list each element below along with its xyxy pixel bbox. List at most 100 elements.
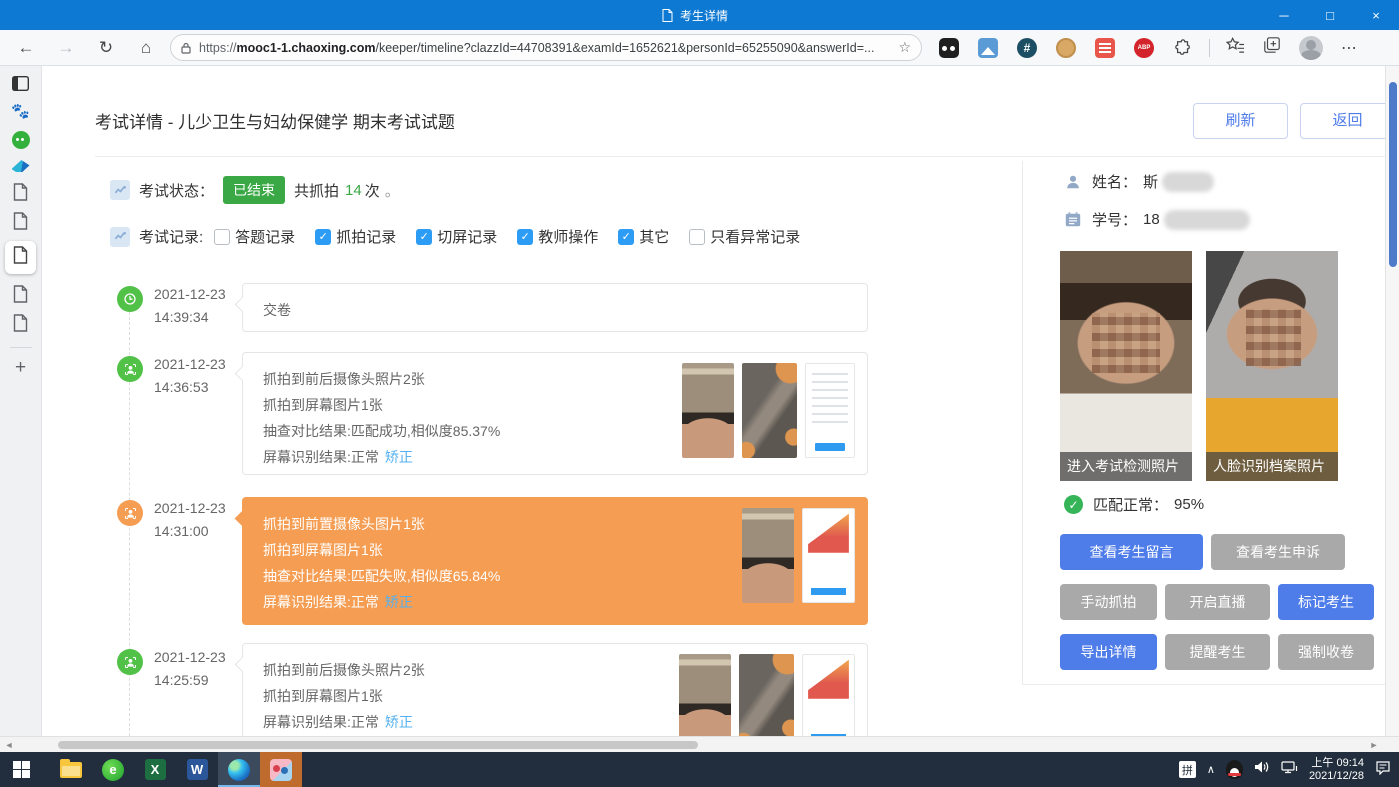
filter-其它[interactable]: ✓其它 <box>618 226 669 247</box>
browser-tab[interactable]: 考生详情 <box>662 0 728 30</box>
checkbox-icon[interactable] <box>214 229 230 245</box>
button-强制收卷[interactable]: 强制收卷 <box>1278 634 1374 670</box>
filter-教师操作[interactable]: ✓教师操作 <box>517 226 598 247</box>
tray-chevron-icon[interactable]: ∧ <box>1207 763 1215 776</box>
ceiling-thumbnail[interactable] <box>742 363 797 458</box>
file-explorer-icon[interactable] <box>50 752 92 787</box>
horizontal-scrollbar[interactable]: ◄ ► <box>0 736 1399 752</box>
notes-extension-icon[interactable] <box>1095 38 1115 58</box>
favorite-star-icon[interactable]: ☆ <box>898 39 911 56</box>
match-result-row: ✓ 匹配正常： 95% <box>1064 494 1204 515</box>
checkbox-checked-icon[interactable]: ✓ <box>517 229 533 245</box>
checkbox-checked-icon[interactable]: ✓ <box>416 229 432 245</box>
extensions-puzzle-icon[interactable] <box>1173 38 1193 58</box>
document-tab-2[interactable] <box>13 212 28 230</box>
browser-360-icon[interactable]: e <box>92 752 134 787</box>
face-thumbnail[interactable] <box>679 654 731 736</box>
chat-tab-icon[interactable] <box>12 131 30 149</box>
horizontal-scrollbar-thumb[interactable] <box>58 741 698 749</box>
back-icon[interactable]: ← <box>6 38 46 58</box>
filter-抓拍记录[interactable]: ✓抓拍记录 <box>315 226 396 247</box>
filter-label: 只看异常记录 <box>710 226 800 247</box>
close-button[interactable]: × <box>1353 0 1399 30</box>
document-tab-3-active[interactable] <box>5 241 36 274</box>
checkbox-checked-icon[interactable]: ✓ <box>315 229 331 245</box>
scroll-right-arrow[interactable]: ► <box>1365 740 1383 750</box>
word-icon[interactable]: W <box>176 752 218 787</box>
correct-link[interactable]: 矫正 <box>385 714 413 730</box>
adblock-extension-icon[interactable]: ABP <box>1134 38 1154 58</box>
checkbox-checked-icon[interactable]: ✓ <box>618 229 634 245</box>
button-导出详情[interactable]: 导出详情 <box>1060 634 1157 670</box>
start-button[interactable] <box>0 752 42 787</box>
match-value: 95% <box>1174 496 1204 513</box>
check-circle-icon: ✓ <box>1064 495 1083 514</box>
taskbar-clock[interactable]: 上午 09:14 2021/12/28 <box>1309 757 1364 783</box>
filter-切屏记录[interactable]: ✓切屏记录 <box>416 226 497 247</box>
vertical-tabs-panel-icon[interactable] <box>12 76 29 91</box>
button-查看考生申诉[interactable]: 查看考生申诉 <box>1211 534 1345 570</box>
swoosh-tab-icon[interactable] <box>12 160 30 172</box>
exam-entry-photo[interactable]: 进入考试检测照片 <box>1060 251 1192 481</box>
maximize-button[interactable]: □ <box>1307 0 1353 30</box>
volume-icon[interactable] <box>1254 760 1270 779</box>
checkbox-icon[interactable] <box>689 229 705 245</box>
button-标记考生[interactable]: 标记考生 <box>1278 584 1374 620</box>
timeline-timestamp: 2021-12-2314:36:53 <box>154 353 240 399</box>
button-查看考生留言[interactable]: 查看考生留言 <box>1060 534 1203 570</box>
refresh-icon[interactable]: ↻ <box>86 38 126 58</box>
button-手动抓拍[interactable]: 手动抓拍 <box>1060 584 1157 620</box>
toolbar-divider <box>1209 39 1210 57</box>
correct-link[interactable]: 矫正 <box>385 449 413 465</box>
page-icon <box>662 9 673 22</box>
tab-title: 考生详情 <box>680 7 728 24</box>
collections-icon[interactable] <box>1263 36 1281 59</box>
screenshot-extension-icon[interactable] <box>978 38 998 58</box>
forward-icon[interactable]: → <box>46 38 86 58</box>
paw-tab-icon[interactable]: 🐾 <box>11 102 30 120</box>
capture-app-icon[interactable] <box>260 752 302 787</box>
network-icon[interactable] <box>1281 760 1298 779</box>
excel-icon[interactable]: X <box>134 752 176 787</box>
favorites-icon[interactable] <box>1226 36 1245 59</box>
ime-indicator[interactable]: 拼 <box>1179 761 1196 778</box>
darkreader-extension-icon[interactable] <box>939 38 959 58</box>
windows-taskbar: e X W 拼 ∧ 上午 09:14 2021/12/28 <box>0 752 1399 787</box>
minimize-button[interactable]: ─ <box>1261 0 1307 30</box>
scroll-left-arrow[interactable]: ◄ <box>0 740 18 750</box>
person-icon <box>117 500 143 526</box>
vertical-scrollbar-thumb[interactable] <box>1389 82 1397 267</box>
face-recognition-archive-photo[interactable]: 人脸识别档案照片 <box>1206 251 1338 481</box>
qq-icon[interactable] <box>1226 760 1243 779</box>
document-tab-4[interactable] <box>13 285 28 303</box>
document-tab-5[interactable] <box>13 314 28 332</box>
face-thumbnail[interactable] <box>742 508 794 603</box>
chart-thumbnail[interactable] <box>802 654 855 736</box>
button-提醒考生[interactable]: 提醒考生 <box>1165 634 1270 670</box>
new-tab-button[interactable]: + <box>15 357 26 379</box>
filter-答题记录[interactable]: 答题记录 <box>214 226 295 247</box>
menu-ellipsis-icon[interactable]: ⋯ <box>1341 38 1357 58</box>
face-thumbnail[interactable] <box>682 363 734 458</box>
filter-只看异常记录[interactable]: 只看异常记录 <box>689 226 800 247</box>
vertical-scrollbar[interactable] <box>1385 66 1399 736</box>
return-button[interactable]: 返回 <box>1300 103 1385 139</box>
form-thumbnail[interactable] <box>805 363 855 458</box>
chart-thumbnail[interactable] <box>802 508 855 603</box>
profile-avatar[interactable] <box>1299 36 1323 60</box>
edge-icon[interactable] <box>218 752 260 787</box>
notification-center-icon[interactable] <box>1375 760 1391 780</box>
ceiling-thumbnail[interactable] <box>739 654 794 736</box>
address-bar[interactable]: https://mooc1-1.chaoxing.com/keeper/time… <box>170 34 922 61</box>
correct-link[interactable]: 矫正 <box>385 594 413 610</box>
home-icon[interactable]: ⌂ <box>126 38 166 58</box>
document-tab-1[interactable] <box>13 183 28 201</box>
page-title: 考试详情 - 儿少卫生与妇幼保健学 期末考试试题 <box>95 108 455 133</box>
coin-extension-icon[interactable] <box>1056 38 1076 58</box>
button-开启直播[interactable]: 开启直播 <box>1165 584 1270 620</box>
panel-divider <box>1022 161 1023 684</box>
hashtag-extension-icon[interactable]: # <box>1017 38 1037 58</box>
refresh-page-button[interactable]: 刷新 <box>1193 103 1288 139</box>
student-id-row: 学号： 18 <box>1064 209 1250 230</box>
lock-icon <box>181 42 191 54</box>
